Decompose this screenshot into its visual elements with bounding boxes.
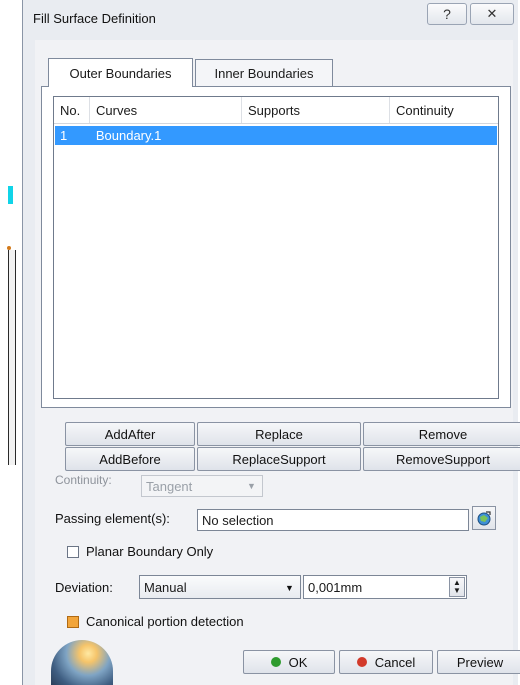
tab-inner-boundaries[interactable]: Inner Boundaries <box>195 59 333 86</box>
remove-support-button[interactable]: RemoveSupport <box>363 447 520 471</box>
chevron-down-icon: ▼ <box>247 481 256 491</box>
ok-label: OK <box>288 654 308 670</box>
chevron-down-icon: ▼ <box>285 583 294 593</box>
continuity-select: Tangent <box>141 475 263 497</box>
multi-selection-icon <box>477 511 491 526</box>
cell-no: 1 <box>60 128 68 143</box>
preview-button[interactable]: Preview <box>437 650 520 674</box>
cancel-icon <box>356 657 367 667</box>
list-header: No. Curves Supports Continuity <box>54 97 498 124</box>
canonical-detection-checkbox[interactable] <box>67 616 79 628</box>
planar-boundary-checkbox[interactable] <box>67 546 79 558</box>
passing-elements-field[interactable]: No selection <box>197 509 469 531</box>
column-header-supports[interactable]: Supports <box>242 97 390 123</box>
cell-curves: Boundary.1 <box>95 128 162 143</box>
boundary-list[interactable]: No. Curves Supports Continuity 1 Boundar… <box>53 96 499 399</box>
replace-support-button[interactable]: ReplaceSupport <box>197 447 361 471</box>
cell-continuity <box>390 126 498 145</box>
tab-outer-boundaries[interactable]: Outer Boundaries <box>48 58 193 87</box>
remove-button[interactable]: Remove <box>363 422 520 446</box>
help-icon: ? <box>443 6 451 22</box>
column-header-continuity[interactable]: Continuity <box>390 97 498 123</box>
tab-label: Outer Boundaries <box>69 65 172 81</box>
title-bar: Fill Surface Definition ? ✕ <box>23 0 519 34</box>
deviation-value-field[interactable]: 0,001mm <box>303 575 467 599</box>
canonical-detection-label: Canonical portion detection <box>86 614 244 629</box>
close-button[interactable]: ✕ <box>470 3 514 25</box>
tab-label: Inner Boundaries <box>214 65 314 81</box>
replace-button[interactable]: Replace <box>197 422 361 446</box>
deviation-spinner[interactable]: ▲ ▼ <box>449 577 465 597</box>
deviation-label: Deviation: <box>55 580 113 595</box>
passing-elements-label: Passing element(s): <box>55 511 170 526</box>
column-header-curves[interactable]: Curves <box>90 97 242 123</box>
ok-icon <box>270 657 281 667</box>
help-button[interactable]: ? <box>427 3 467 25</box>
close-icon: ✕ <box>486 6 498 21</box>
add-after-button[interactable]: AddAfter <box>65 422 195 446</box>
passing-elements-selector-button[interactable] <box>472 506 496 530</box>
planar-boundary-label: Planar Boundary Only <box>86 544 214 559</box>
ok-button[interactable]: OK <box>243 650 335 674</box>
cyan-geometry-mark <box>8 186 13 204</box>
list-row-boundary-1[interactable]: 1 Boundary.1 <box>55 126 497 145</box>
cancel-button[interactable]: Cancel <box>339 650 433 674</box>
column-header-no[interactable]: No. <box>54 97 90 123</box>
geometry-edge <box>8 250 16 465</box>
cancel-label: Cancel <box>374 654 416 670</box>
deviation-mode-select[interactable]: Manual <box>139 575 301 599</box>
continuity-label: Continuity: <box>55 473 112 487</box>
add-before-button[interactable]: AddBefore <box>65 447 195 471</box>
fill-surface-dialog: Fill Surface Definition ? ✕ Outer Bounda… <box>22 0 520 685</box>
dialog-title: Fill Surface Definition <box>33 11 156 26</box>
cell-supports <box>242 126 389 145</box>
spin-down-icon[interactable]: ▼ <box>453 587 461 595</box>
